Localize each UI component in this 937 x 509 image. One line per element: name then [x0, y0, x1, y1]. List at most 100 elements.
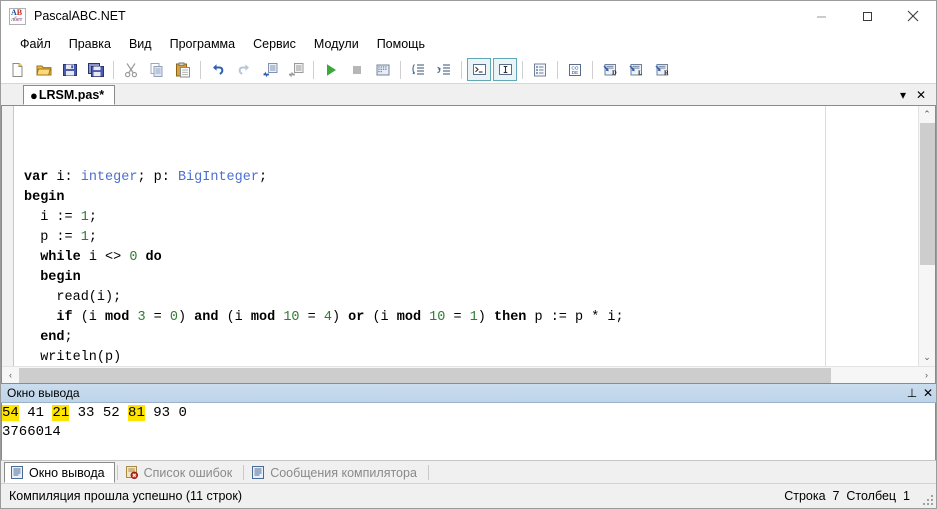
code-token: writeln(p) — [24, 350, 122, 365]
console-window-icon[interactable] — [467, 58, 491, 81]
undo-icon[interactable] — [206, 58, 230, 81]
code-token: i := — [24, 210, 81, 225]
code-token: 1 — [469, 310, 478, 325]
toolbar-separator — [400, 60, 401, 79]
menu-item-service[interactable]: Сервис — [244, 34, 305, 54]
pascalabc-logo-icon: AB лбет — [9, 7, 26, 25]
menu-item-program[interactable]: Программа — [161, 34, 245, 54]
code-token: ; — [64, 330, 73, 345]
output-text-content[interactable]: 54 41 21 33 52 81 93 0 3766014 — [1, 403, 936, 460]
close-tab-icon[interactable]: ✕ — [912, 88, 930, 102]
bottom-tab-label: Список ошибок — [143, 465, 233, 480]
status-bar: Компиляция прошла успешно (11 строк) Стр… — [1, 483, 936, 508]
vertical-scroll-thumb[interactable] — [920, 123, 935, 265]
output-text-segment: 33 52 — [69, 405, 129, 421]
bottom-tab-bar: Окно вывода Список ошибок Сообщения комп… — [1, 460, 936, 483]
compiler-messages-icon — [251, 465, 266, 480]
code-line: while i <> 0 do — [14, 248, 935, 268]
document-tab-lrsm-pas[interactable]: ● LRSM.pas* — [23, 85, 116, 105]
unindent-icon[interactable] — [258, 58, 282, 81]
code-token: p := — [24, 230, 81, 245]
code-text-area[interactable]: var i: integer; p: BigInteger; begin i :=… — [14, 106, 935, 366]
debug-d-icon[interactable]: D — [598, 58, 622, 81]
horizontal-scroll-track[interactable] — [19, 367, 918, 383]
cursor-position-indicator: Строка 7 Столбец 1 — [784, 489, 910, 503]
code-token: begin — [40, 270, 81, 285]
indent-icon[interactable] — [284, 58, 308, 81]
scroll-up-arrow-icon[interactable]: ⌃ — [919, 106, 935, 123]
code-token: var — [24, 170, 49, 185]
new-file-icon[interactable] — [6, 58, 30, 81]
debug-r-icon[interactable]: R — [650, 58, 674, 81]
pin-panel-icon[interactable]: ⊥ — [904, 386, 920, 400]
menu-item-view[interactable]: Вид — [120, 34, 161, 54]
code-line: var i: integer; p: BigInteger; — [14, 168, 935, 188]
close-button[interactable] — [890, 1, 936, 31]
code-token: 0 — [169, 310, 178, 325]
maximize-button[interactable] — [844, 1, 890, 31]
code-token: integer — [80, 170, 138, 185]
output-line: 3766014 — [2, 423, 935, 442]
menu-item-edit[interactable]: Правка — [60, 34, 120, 54]
menu-item-modules[interactable]: Модули — [305, 34, 368, 54]
status-message: Компиляция прошла успешно (11 строк) — [9, 489, 243, 503]
code-token: (i — [218, 310, 251, 325]
menu-item-file[interactable]: Файл — [11, 34, 60, 54]
code-token: 10 — [429, 310, 446, 325]
code-token: ) — [177, 310, 195, 325]
toolbar-separator — [200, 60, 201, 79]
input-window-icon[interactable] — [493, 58, 517, 81]
code-token: ; — [88, 210, 97, 225]
bottom-tab-compiler-messages[interactable]: Сообщения компилятора — [246, 462, 426, 483]
step-into-icon[interactable] — [432, 58, 456, 81]
output-text-segment: 41 — [18, 405, 53, 421]
scroll-down-arrow-icon[interactable]: ⌄ — [919, 349, 935, 366]
redo-icon[interactable] — [232, 58, 256, 81]
minimize-button[interactable] — [798, 1, 844, 31]
code-line: read(i); — [14, 288, 935, 308]
paste-icon[interactable] — [171, 58, 195, 81]
output-window-icon — [10, 465, 25, 480]
copy-icon[interactable] — [145, 58, 169, 81]
open-file-icon[interactable] — [32, 58, 56, 81]
toolbar-separator — [313, 60, 314, 79]
code-token: = — [145, 310, 170, 325]
close-panel-icon[interactable]: ✕ — [920, 386, 936, 400]
step-over-icon[interactable] — [406, 58, 430, 81]
code-editor-body: var i: integer; p: BigInteger; begin i :=… — [2, 106, 935, 366]
form-designer-icon[interactable] — [528, 58, 552, 81]
save-file-icon[interactable] — [58, 58, 82, 81]
scroll-right-arrow-icon[interactable]: › — [918, 370, 935, 380]
editor-horizontal-scrollbar[interactable]: ‹ › — [2, 366, 935, 383]
output-panel-title: Окно вывода — [7, 386, 80, 400]
code-token: do — [145, 250, 162, 265]
code-token: and — [194, 310, 219, 325]
save-all-icon[interactable] — [84, 58, 108, 81]
code-token: 3 — [137, 310, 146, 325]
output-text-segment: 3766014 — [2, 424, 61, 440]
code-token: BigInteger — [177, 170, 259, 185]
svg-text:R: R — [664, 69, 669, 76]
build-icon[interactable] — [371, 58, 395, 81]
bottom-tab-error-list[interactable]: Список ошибок — [120, 462, 242, 483]
editor-vertical-scrollbar[interactable]: ⌃ ⌄ — [918, 106, 935, 366]
debug-l-icon[interactable]: L — [624, 58, 648, 81]
stop-icon[interactable] — [345, 58, 369, 81]
code-view-icon[interactable]: CO DE — [563, 58, 587, 81]
cut-icon[interactable] — [119, 58, 143, 81]
tab-list-dropdown-icon[interactable]: ▾ — [894, 88, 912, 102]
bottom-tab-output-window[interactable]: Окно вывода — [4, 462, 115, 483]
output-panel-header: Окно вывода ⊥ ✕ — [1, 384, 936, 403]
code-token: begin — [24, 190, 65, 205]
menu-item-help[interactable]: Помощь — [368, 34, 434, 54]
document-tab-strip: ● LRSM.pas* ▾ ✕ — [1, 84, 936, 106]
code-token: mod — [105, 310, 130, 325]
horizontal-scroll-thumb[interactable] — [19, 367, 831, 383]
resize-grip[interactable] — [921, 493, 933, 505]
code-token: (i — [72, 310, 106, 325]
run-icon[interactable] — [319, 58, 343, 81]
scroll-left-arrow-icon[interactable]: ‹ — [2, 370, 19, 380]
